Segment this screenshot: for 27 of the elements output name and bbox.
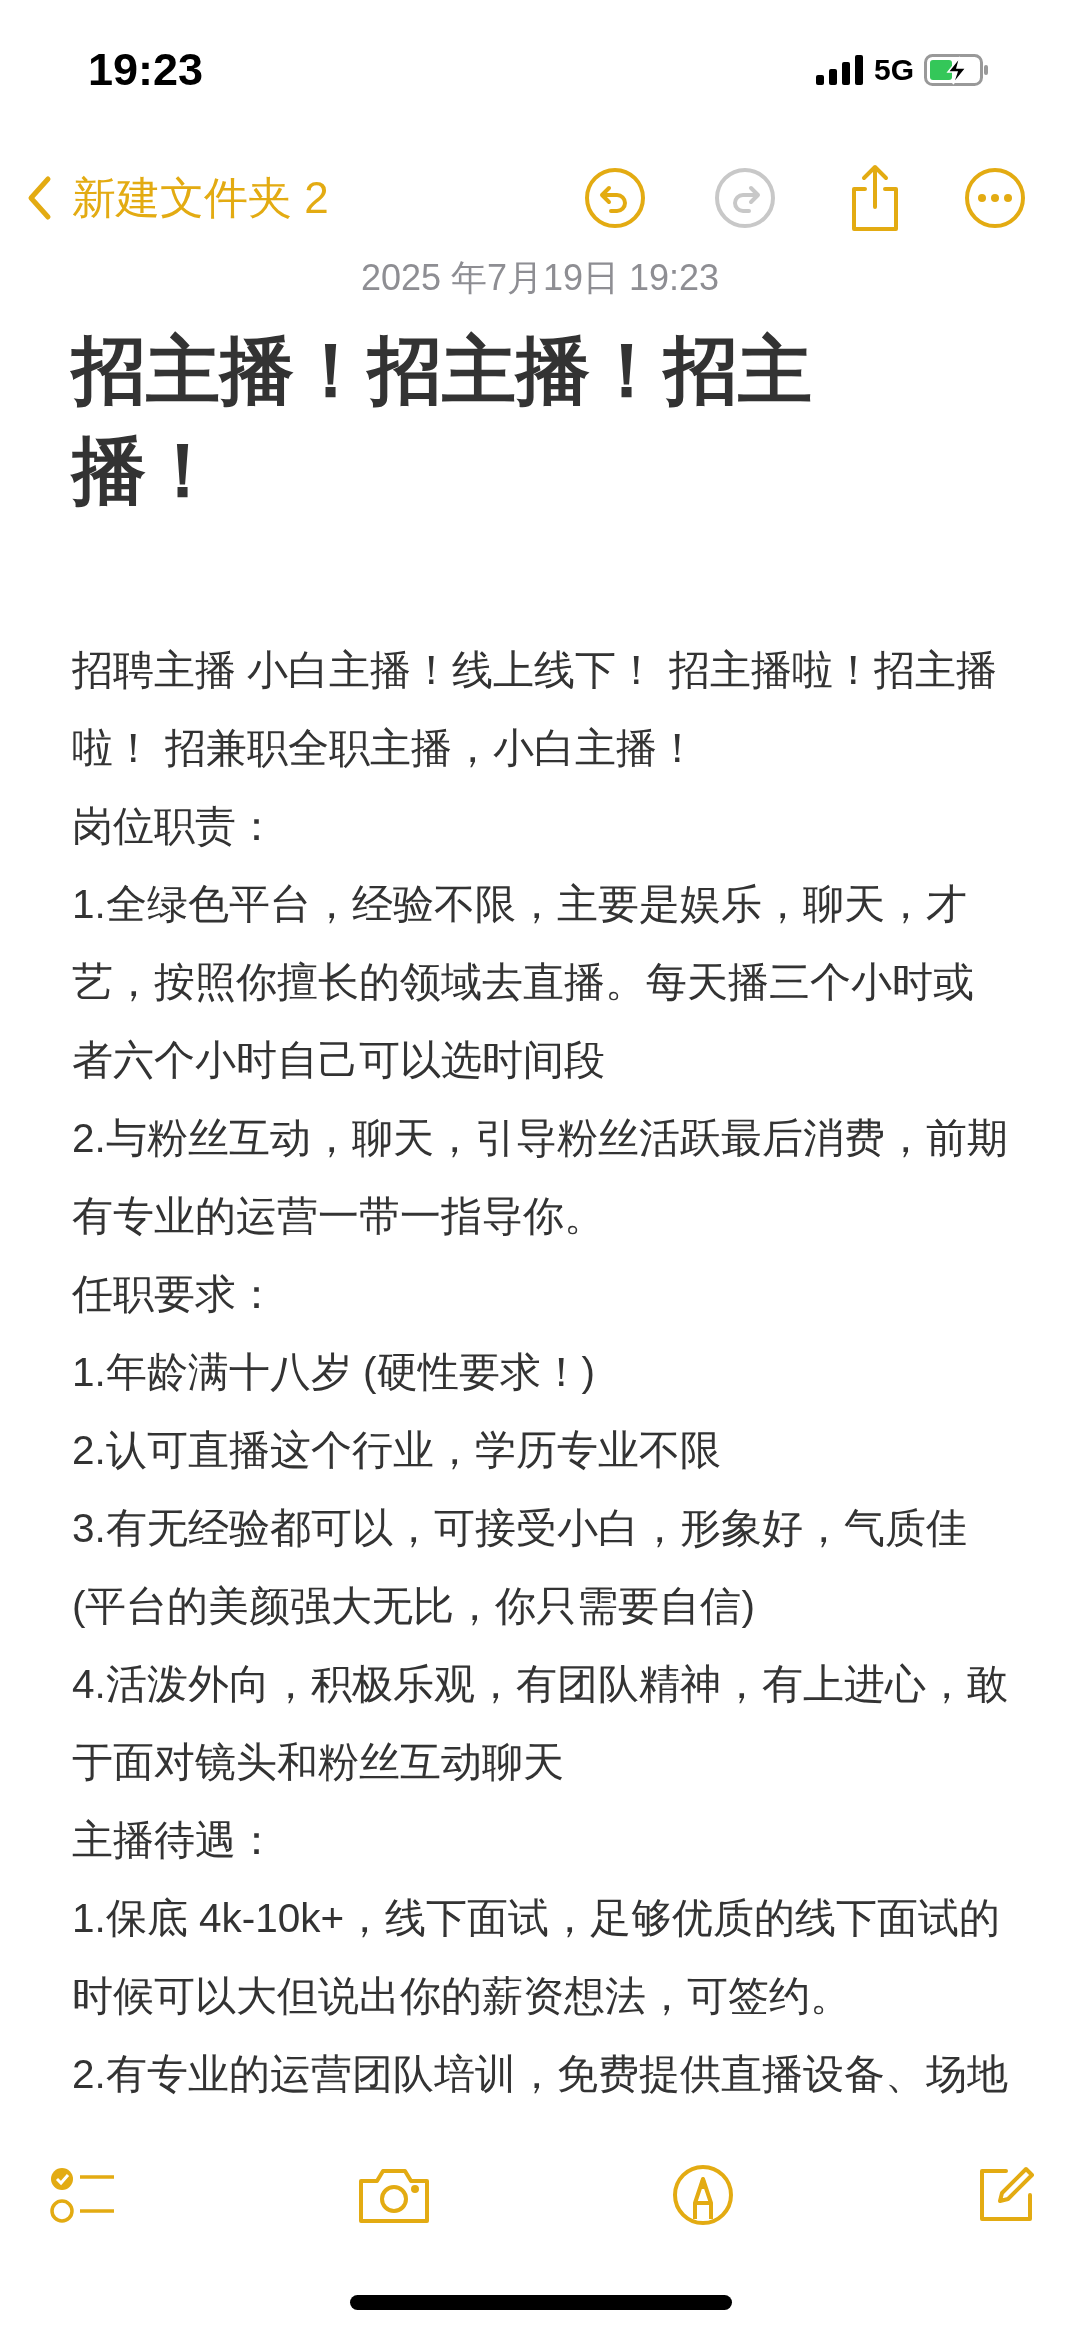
network-label: 5G <box>873 53 914 87</box>
note-date: 2025 年7月19日 19:23 <box>359 256 721 300</box>
undo-icon <box>583 166 647 230</box>
note-paragraph: 1.全绿色平台，经验不限，主要是娱乐，聊天，才艺，按照你擅长的领域去直播。每天播三个小时或者六个小时自己可以选时间段 <box>72 880 975 1085</box>
note-paragraph: 2.认可直播这个行业，学历专业不限 <box>72 1426 722 1475</box>
signal-icon <box>815 55 864 85</box>
status-time: 19:23 <box>88 44 204 96</box>
note-paragraph: 3.有无经验都可以，可接受小白，形象好，气质佳 (平台的美颜强大无比，你只需要自信) <box>72 1504 968 1631</box>
note-paragraph: 4.活泼外向，积极乐观，有团队精神，有上进心，敢于面对镜头和粉丝互动聊天 <box>72 1660 1008 1787</box>
markup-button[interactable] <box>671 2163 736 2227</box>
note-paragraph: 主播待遇： <box>72 1816 278 1865</box>
note-paragraph: 2.有专业的运营团队培训，免费提供直播设备、场地 <box>72 2050 1008 2099</box>
battery-charging-icon <box>924 54 990 86</box>
checklist-button[interactable] <box>50 2165 116 2225</box>
more-icon <box>963 166 1027 230</box>
checklist-icon <box>50 2165 116 2225</box>
pen-tip-icon <box>671 2163 736 2227</box>
note-paragraph: 1.年龄满十八岁 (硬性要求！) <box>72 1348 596 1397</box>
chevron-left-icon <box>26 175 52 221</box>
note-title: 招主播！招主播！招主播！ <box>72 328 813 514</box>
note-paragraph: 招聘主播 小白主播！线上线下！ 招主播啦！招主播啦！ 招兼职全职主播，小白主播！ <box>72 646 998 773</box>
note-paragraph: 任职要求： <box>72 1270 278 1319</box>
redo-icon <box>713 166 777 230</box>
back-button[interactable]: 新建文件夹 2 <box>26 168 329 228</box>
note-paragraph: 岗位职责： <box>72 802 278 851</box>
note-paragraph: 1.保底 4k-10k+，线下面试，足够优质的线下面试的时候可以大但说出你的薪资想法，可签约。 <box>72 1894 1002 2021</box>
note-paragraph: 2.与粉丝互动，聊天，引导粉丝活跃最后消费，前期有专业的运营一带一指导你。 <box>72 1114 1008 1241</box>
